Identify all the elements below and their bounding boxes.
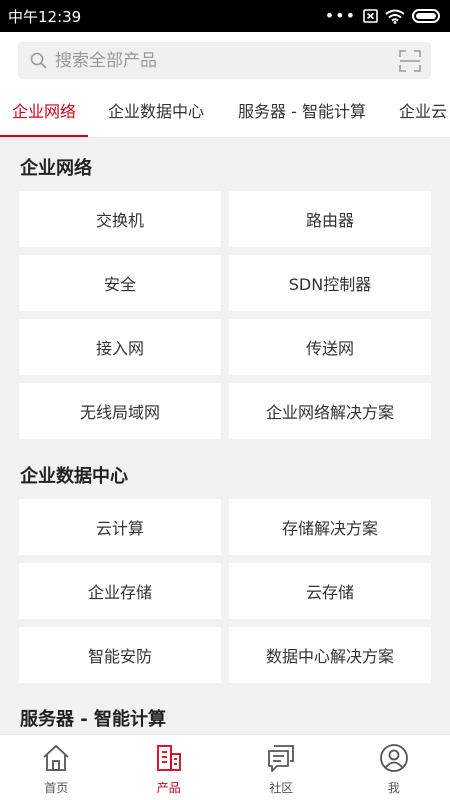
wifi-icon [385,9,405,24]
product-item-security[interactable]: 安全 [19,255,221,311]
search-box[interactable] [18,42,431,79]
status-time: 中午12:39 [8,7,82,26]
product-item-wlan[interactable]: 无线局域网 [19,383,221,439]
section-title-server-computing: 服务器 - 智能计算 [20,709,167,730]
tab-server-computing[interactable]: 服务器 - 智能计算 [238,88,366,137]
product-item-transport-network[interactable]: 传送网 [229,319,431,375]
product-item-smart-security[interactable]: 智能安防 [19,627,221,683]
home-icon [43,745,69,771]
search-icon [30,52,47,69]
sim-off-icon [363,9,378,23]
tab-enterprise-network[interactable]: 企业网络 [0,88,89,137]
product-item-cloud-computing[interactable]: 云计算 [19,499,221,555]
nav-profile[interactable]: 我 [338,735,450,800]
product-list[interactable]: 企业网络 交换机 路由器 安全 SDN控制器 接入网 传送网 无线局域网 企业网… [0,139,450,734]
nav-community[interactable]: 社区 [225,735,338,800]
nav-products[interactable]: 产品 [113,735,226,800]
bottom-navigation: 首页 产品 社区 我 [0,734,450,800]
profile-icon [379,744,408,772]
more-dots-icon: ••• [324,6,356,25]
product-item-cloud-storage[interactable]: 云存储 [229,563,431,619]
product-item-datacenter-solutions[interactable]: 数据中心解决方案 [229,627,431,683]
battery-icon [412,9,440,23]
tab-enterprise-cloud[interactable]: 企业云 [399,88,447,137]
product-item-access-network[interactable]: 接入网 [19,319,221,375]
category-tabs: 企业网络 企业数据中心 服务器 - 智能计算 企业云 [0,88,450,138]
products-icon [156,745,181,771]
status-bar: 中午12:39 ••• [0,0,450,32]
search-bar [0,32,450,88]
product-item-router[interactable]: 路由器 [229,191,431,247]
nav-label-products: 产品 [156,781,181,795]
product-item-storage-solutions[interactable]: 存储解决方案 [229,499,431,555]
search-input[interactable] [55,50,399,71]
section-title-enterprise-datacenter: 企业数据中心 [20,466,128,487]
product-item-network-solutions[interactable]: 企业网络解决方案 [229,383,431,439]
community-icon [268,745,295,772]
nav-label-community: 社区 [269,781,294,795]
product-item-switch[interactable]: 交换机 [19,191,221,247]
nav-home[interactable]: 首页 [0,735,113,800]
scan-icon[interactable] [399,49,421,72]
tab-enterprise-datacenter[interactable]: 企业数据中心 [108,88,204,137]
product-item-sdn-controller[interactable]: SDN控制器 [229,255,431,311]
nav-label-home: 首页 [44,781,69,795]
nav-label-profile: 我 [387,781,400,795]
status-icons: ••• [325,8,440,24]
section-title-enterprise-network: 企业网络 [20,158,92,179]
product-item-enterprise-storage[interactable]: 企业存储 [19,563,221,619]
